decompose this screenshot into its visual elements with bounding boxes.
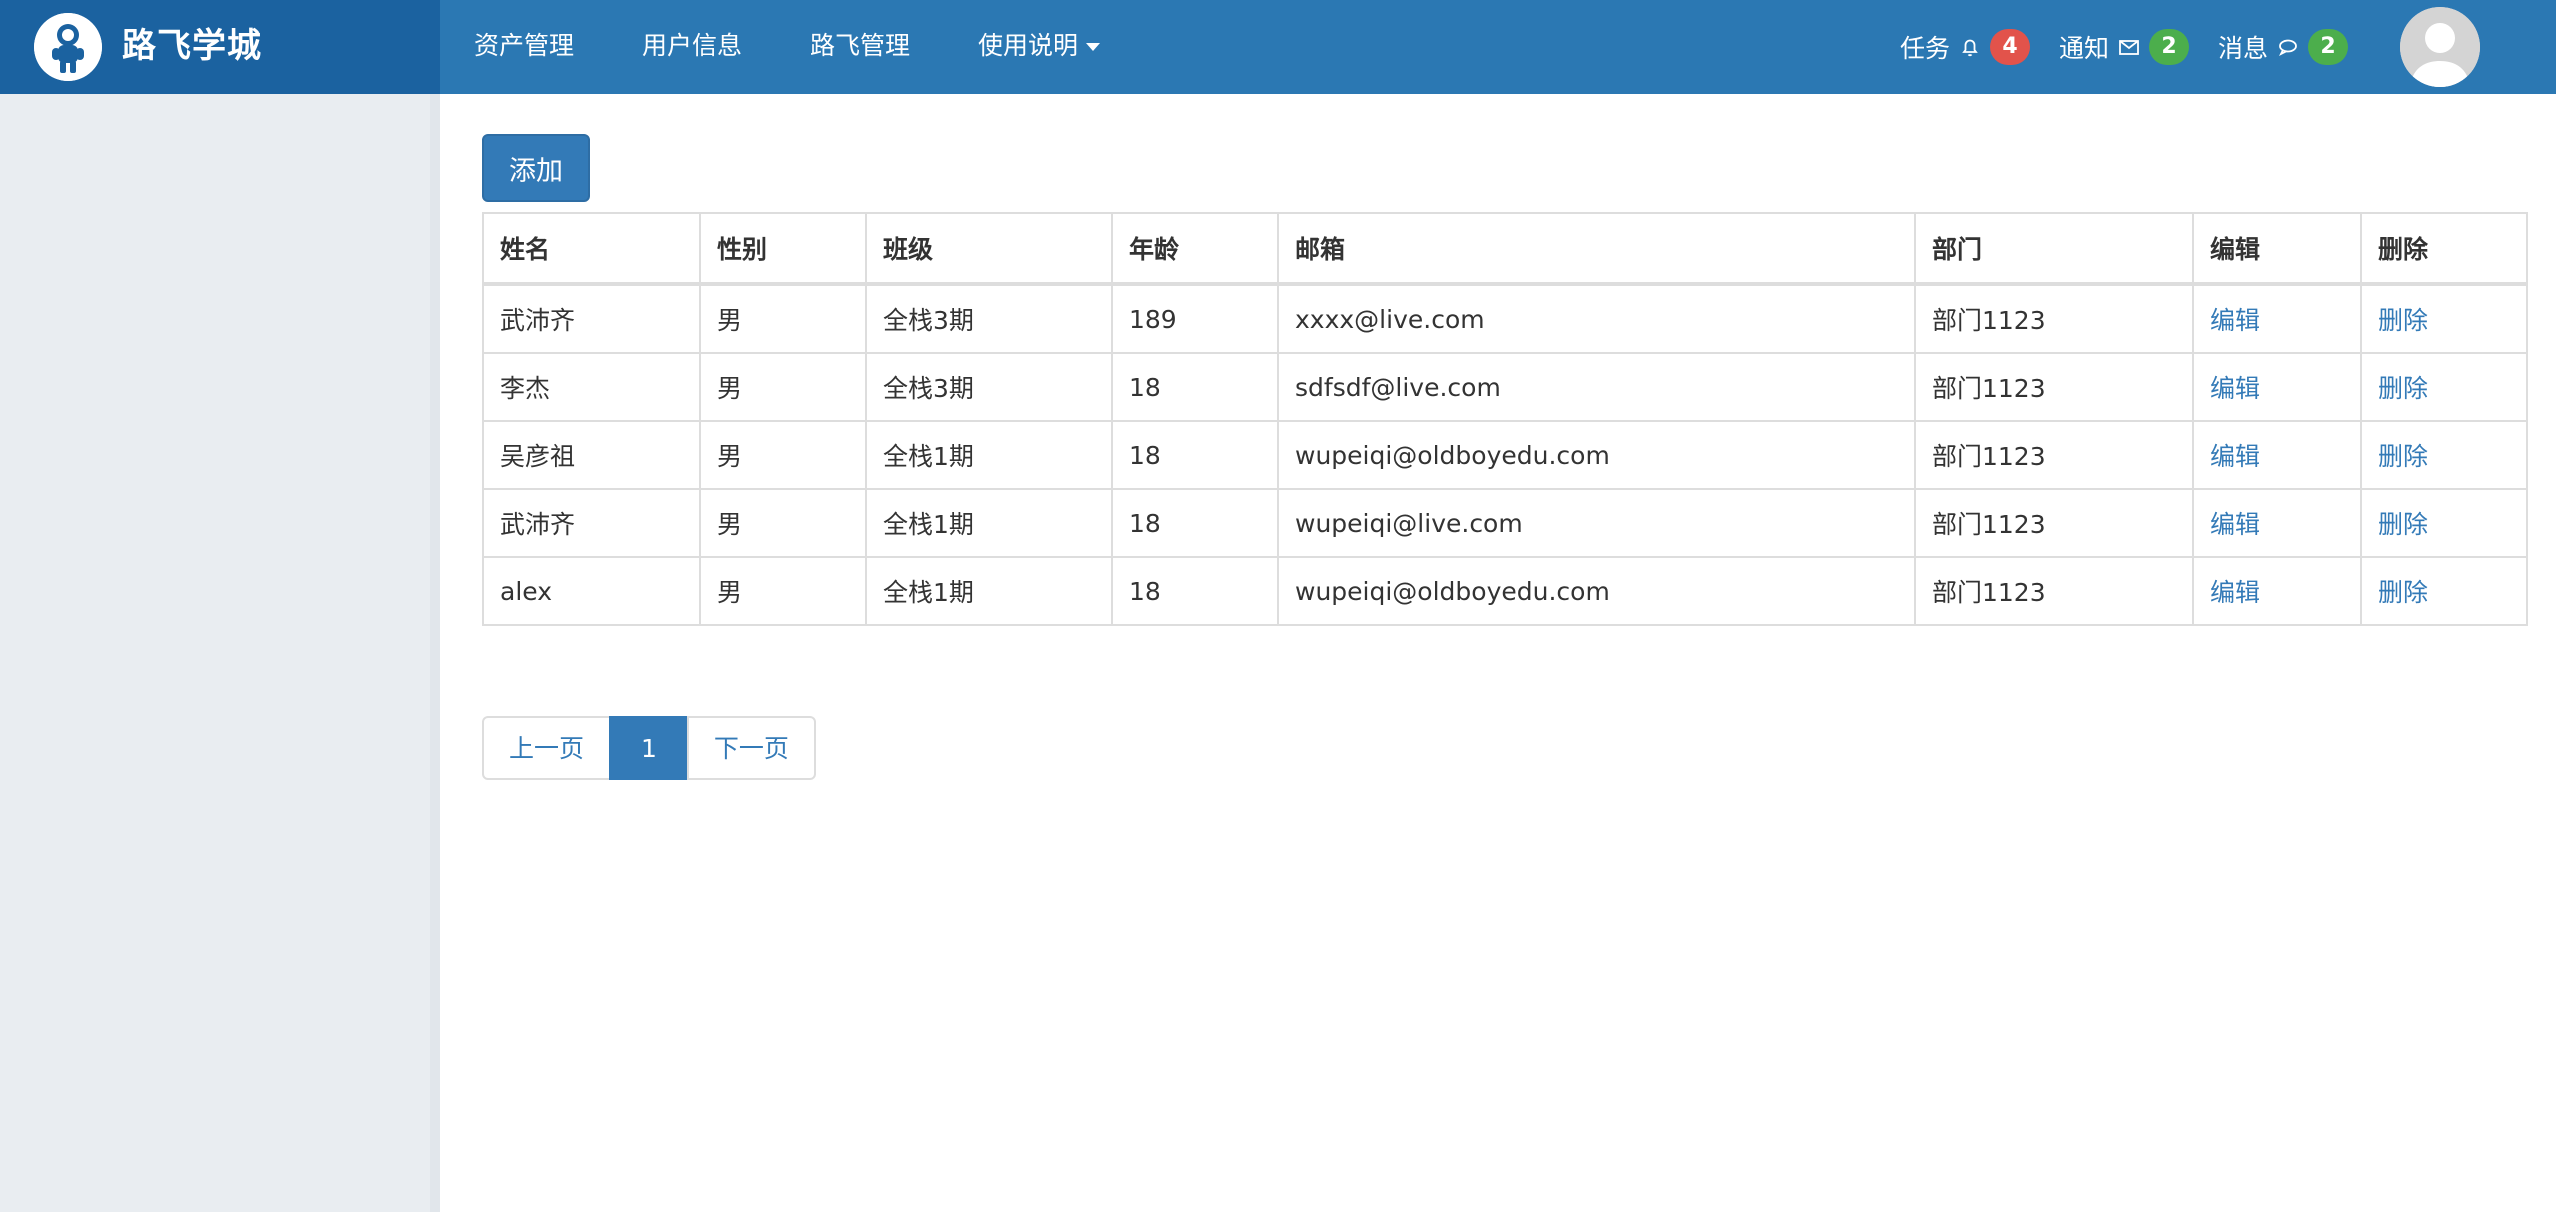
delete-link[interactable]: 删除 (2378, 510, 2428, 539)
cell-name: 武沛齐 (482, 488, 701, 558)
cell-gender: 男 (699, 352, 867, 422)
cell-edit: 编辑 (2192, 488, 2362, 558)
left-sidebar (0, 94, 440, 1212)
cell-age: 18 (1111, 420, 1279, 490)
cell-class: 全栈1期 (865, 420, 1113, 490)
cell-department: 部门1123 (1914, 283, 2194, 354)
cell-department: 部门1123 (1914, 488, 2194, 558)
delete-link[interactable]: 删除 (2378, 578, 2428, 607)
column-header-name: 姓名 (482, 212, 701, 286)
cell-age: 18 (1111, 556, 1279, 626)
edit-link[interactable]: 编辑 (2210, 374, 2260, 403)
menu-item-label: 资产管理 (474, 31, 575, 60)
delete-link[interactable]: 删除 (2378, 442, 2428, 471)
table-row: 吴彦祖 男 全栈1期 18 wupeiqi@oldboyedu.com 部门11… (482, 420, 2528, 490)
cell-class: 全栈1期 (865, 556, 1113, 626)
chat-bubble-icon (2276, 35, 2300, 59)
column-header-delete: 删除 (2360, 212, 2528, 286)
edit-link[interactable]: 编辑 (2210, 510, 2260, 539)
column-header-email: 邮箱 (1277, 212, 1916, 286)
cell-delete: 删除 (2360, 556, 2528, 626)
add-button[interactable]: 添加 (482, 134, 590, 202)
page-1-button[interactable]: 1 (609, 716, 689, 780)
cell-class: 全栈3期 (865, 352, 1113, 422)
edit-link[interactable]: 编辑 (2210, 442, 2260, 471)
cell-email: xxxx@live.com (1277, 283, 1916, 354)
notices-label: 通知 (2059, 34, 2110, 63)
brand[interactable]: 路飞学城 (0, 0, 440, 94)
delete-link[interactable]: 删除 (2378, 306, 2428, 335)
cell-delete: 删除 (2360, 488, 2528, 558)
menu-item-label: 用户信息 (642, 31, 743, 60)
table-row: alex 男 全栈1期 18 wupeiqi@oldboyedu.com 部门1… (482, 556, 2528, 626)
tasks-link[interactable]: 任务 4 (1900, 0, 2031, 94)
column-header-department: 部门 (1914, 212, 2194, 286)
pagination: 上一页 1 下一页 (482, 716, 816, 780)
user-avatar-icon[interactable] (2400, 7, 2480, 87)
cell-delete: 删除 (2360, 283, 2528, 354)
column-header-edit: 编辑 (2192, 212, 2362, 286)
main-menu: 资产管理 用户信息 路飞管理 使用说明 (440, 0, 1134, 94)
delete-link[interactable]: 删除 (2378, 374, 2428, 403)
cell-name: alex (482, 556, 701, 626)
bell-icon (1958, 35, 1982, 59)
top-navbar: 路飞学城 资产管理 用户信息 路飞管理 使用说明 任务 4 通知 2 消息 2 (0, 0, 2556, 94)
cell-email: wupeiqi@oldboyedu.com (1277, 556, 1916, 626)
prev-page-button[interactable]: 上一页 (482, 716, 612, 780)
cell-gender: 男 (699, 556, 867, 626)
cell-age: 189 (1111, 283, 1279, 354)
cell-gender: 男 (699, 283, 867, 354)
tasks-count-badge: 4 (1990, 29, 2031, 65)
envelope-icon (2117, 35, 2141, 59)
notices-link[interactable]: 通知 2 (2059, 0, 2190, 94)
cell-age: 18 (1111, 488, 1279, 558)
cell-email: wupeiqi@live.com (1277, 488, 1916, 558)
table-header-row: 姓名 性别 班级 年龄 邮箱 部门 编辑 删除 (482, 212, 2528, 286)
cell-class: 全栈3期 (865, 283, 1113, 354)
table-row: 武沛齐 男 全栈1期 18 wupeiqi@live.com 部门1123 编辑… (482, 488, 2528, 558)
cell-edit: 编辑 (2192, 352, 2362, 422)
messages-label: 消息 (2218, 34, 2269, 63)
cell-name: 吴彦祖 (482, 420, 701, 490)
edit-link[interactable]: 编辑 (2210, 306, 2260, 335)
cell-edit: 编辑 (2192, 420, 2362, 490)
cell-department: 部门1123 (1914, 420, 2194, 490)
user-table: 姓名 性别 班级 年龄 邮箱 部门 编辑 删除 武沛齐 男 全栈3期 189 x… (482, 212, 2528, 626)
cell-edit: 编辑 (2192, 283, 2362, 354)
table-row: 武沛齐 男 全栈3期 189 xxxx@live.com 部门1123 编辑 删… (482, 283, 2528, 354)
caret-down-icon (1086, 43, 1101, 51)
notices-count-badge: 2 (2149, 29, 2190, 65)
cell-department: 部门1123 (1914, 352, 2194, 422)
edit-link[interactable]: 编辑 (2210, 578, 2260, 607)
menu-item-users[interactable]: 用户信息 (608, 0, 776, 94)
menu-item-label: 路飞管理 (810, 31, 911, 60)
cell-edit: 编辑 (2192, 556, 2362, 626)
cell-gender: 男 (699, 488, 867, 558)
tasks-label: 任务 (1900, 34, 1951, 63)
menu-item-luffy-admin[interactable]: 路飞管理 (776, 0, 944, 94)
cell-email: wupeiqi@oldboyedu.com (1277, 420, 1916, 490)
messages-count-badge: 2 (2308, 29, 2349, 65)
cell-name: 武沛齐 (482, 283, 701, 354)
column-header-age: 年龄 (1111, 212, 1279, 286)
messages-link[interactable]: 消息 2 (2218, 0, 2349, 94)
cell-email: sdfsdf@live.com (1277, 352, 1916, 422)
next-page-button[interactable]: 下一页 (686, 716, 816, 780)
cell-delete: 删除 (2360, 420, 2528, 490)
cell-gender: 男 (699, 420, 867, 490)
menu-item-label: 使用说明 (978, 31, 1079, 60)
column-header-class: 班级 (865, 212, 1113, 286)
cell-class: 全栈1期 (865, 488, 1113, 558)
astronaut-logo-icon (34, 13, 102, 81)
menu-item-assets[interactable]: 资产管理 (440, 0, 608, 94)
table-row: 李杰 男 全栈3期 18 sdfsdf@live.com 部门1123 编辑 删… (482, 352, 2528, 422)
cell-delete: 删除 (2360, 352, 2528, 422)
cell-age: 18 (1111, 352, 1279, 422)
column-header-gender: 性别 (699, 212, 867, 286)
cell-name: 李杰 (482, 352, 701, 422)
cell-department: 部门1123 (1914, 556, 2194, 626)
main-content: 添加 姓名 性别 班级 年龄 邮箱 部门 编辑 删除 武沛齐 男 全栈3期 18 (450, 94, 2556, 1212)
brand-title: 路飞学城 (122, 26, 262, 66)
menu-item-instructions-dropdown[interactable]: 使用说明 (944, 0, 1134, 94)
